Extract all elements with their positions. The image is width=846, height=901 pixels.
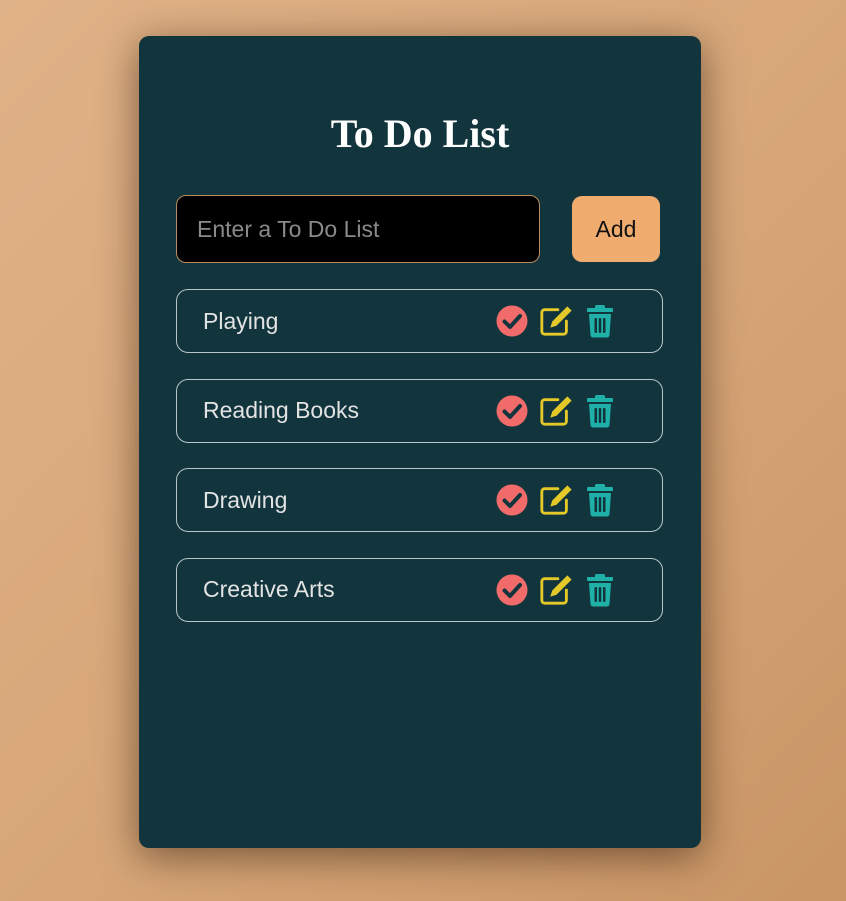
edit-icon[interactable]: [539, 304, 573, 338]
todo-item-label: Reading Books: [203, 397, 359, 423]
todo-input[interactable]: [176, 195, 540, 263]
page-title: To Do List: [330, 111, 510, 156]
todo-list: Playing Reading Books Drawing Creative A…: [176, 289, 663, 647]
item-actions: [495, 303, 617, 339]
check-circle-icon[interactable]: [495, 573, 529, 607]
check-circle-icon[interactable]: [495, 394, 529, 428]
item-actions: [495, 393, 617, 429]
trash-icon[interactable]: [583, 483, 617, 517]
check-circle-icon[interactable]: [495, 304, 529, 338]
add-button[interactable]: Add: [572, 196, 660, 262]
trash-icon[interactable]: [583, 394, 617, 428]
edit-icon[interactable]: [539, 573, 573, 607]
todo-card: To Do List Add Playing Reading Books: [139, 36, 701, 848]
todo-item-label: Creative Arts: [203, 576, 335, 602]
check-circle-icon[interactable]: [495, 483, 529, 517]
todo-item-label: Playing: [203, 307, 279, 334]
edit-icon[interactable]: [539, 483, 573, 517]
list-item: Drawing: [176, 468, 663, 532]
list-item: Creative Arts: [176, 557, 663, 622]
list-item: Reading Books: [176, 378, 663, 443]
edit-icon[interactable]: [539, 394, 573, 428]
todo-item-label: Drawing: [203, 486, 288, 513]
list-item: Playing: [176, 289, 663, 353]
trash-icon[interactable]: [583, 304, 617, 338]
item-actions: [495, 482, 617, 518]
item-actions: [495, 572, 617, 608]
trash-icon[interactable]: [583, 573, 617, 607]
